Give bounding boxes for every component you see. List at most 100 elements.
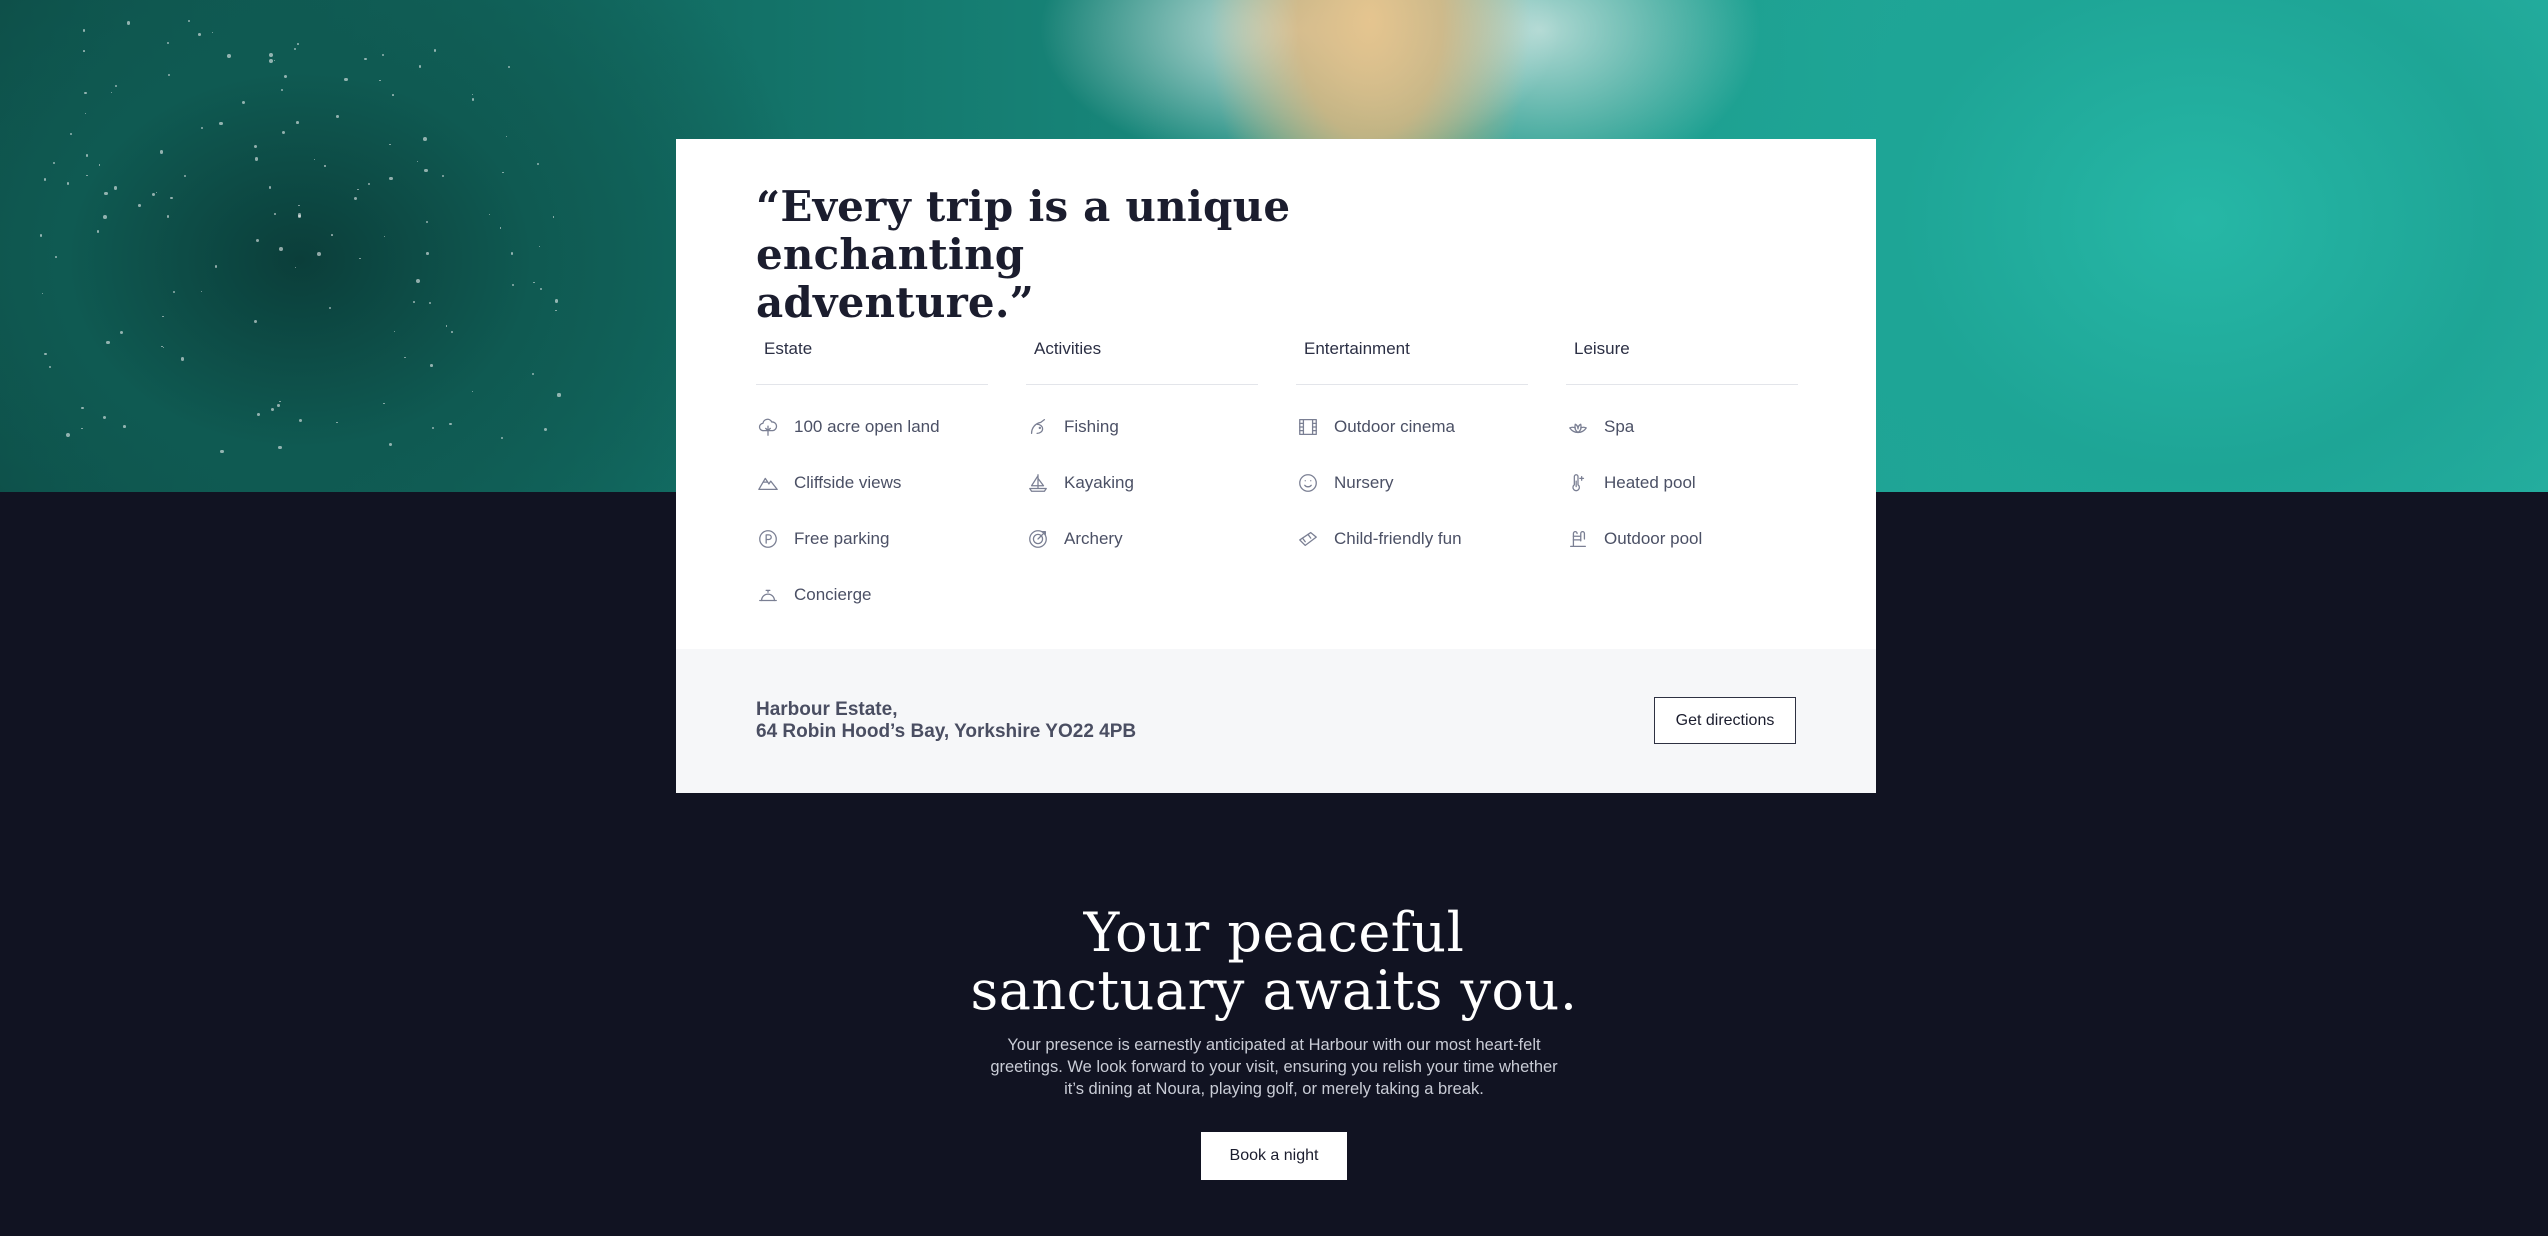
wave-sparkle — [381, 53, 385, 57]
item-label: 100 acre open land — [794, 417, 940, 436]
wave-sparkle — [69, 132, 72, 136]
wave-sparkle — [293, 48, 296, 51]
wave-sparkle — [113, 186, 118, 190]
wave-sparkle — [425, 220, 429, 224]
wave-sparkle — [543, 427, 548, 432]
wave-sparkle — [279, 247, 283, 251]
wave-sparkle — [506, 136, 508, 138]
wave-sparkle — [424, 168, 428, 173]
wave-sparkle — [540, 288, 543, 291]
wave-sparkle — [84, 112, 87, 114]
wave-sparkle — [102, 215, 107, 220]
wave-sparkle — [416, 160, 419, 162]
wave-sparkle — [441, 174, 444, 177]
wave-sparkle — [270, 408, 275, 412]
wave-sparkle — [299, 418, 303, 422]
wave-sparkle — [187, 20, 190, 23]
wave-sparkle — [83, 50, 85, 52]
wave-sparkle — [316, 252, 321, 257]
wave-sparkle — [499, 227, 502, 229]
item-label: Concierge — [794, 585, 872, 604]
list-item: Archery — [1026, 511, 1258, 567]
wave-sparkle — [66, 433, 70, 438]
column-title: Entertainment — [1296, 339, 1528, 385]
wave-sparkle — [418, 65, 421, 68]
item-label: Cliffside views — [794, 473, 902, 492]
wave-sparkle — [167, 73, 170, 76]
wave-sparkle — [138, 204, 141, 208]
list-item: Child-friendly fun — [1296, 511, 1528, 567]
wave-sparkle — [200, 126, 204, 130]
wave-sparkle — [531, 373, 535, 376]
column-title: Leisure — [1566, 339, 1798, 385]
wave-sparkle — [226, 53, 231, 58]
wave-sparkle — [180, 357, 185, 361]
list-item: Kayaking — [1026, 455, 1258, 511]
wave-sparkle — [159, 150, 164, 154]
wave-sparkle — [40, 234, 43, 237]
wave-sparkle — [379, 79, 382, 82]
wave-sparkle — [416, 278, 421, 283]
wave-sparkle — [201, 290, 203, 292]
wave-sparkle — [52, 162, 55, 165]
wave-sparkle — [280, 88, 284, 92]
wave-sparkle — [55, 256, 57, 259]
column-title: Estate — [756, 339, 988, 385]
booking-section: Your peaceful sanctuary awaits you. Your… — [0, 904, 2548, 1180]
wave-sparkle — [44, 352, 47, 356]
wave-sparkle — [394, 331, 396, 333]
wave-sparkle — [432, 426, 435, 430]
wave-sparkle — [538, 246, 541, 248]
wave-sparkle — [81, 427, 84, 430]
wave-sparkle — [471, 98, 474, 101]
heading-line-2: sanctuary awaits you. — [970, 959, 1578, 1022]
column-leisure: Leisure Spa Heated pool Outdoor pool — [1566, 339, 1798, 567]
wave-sparkle — [106, 340, 110, 345]
wave-sparkle — [43, 178, 47, 182]
item-label: Fishing — [1064, 417, 1119, 436]
book-a-night-button[interactable]: Book a night — [1201, 1132, 1347, 1180]
wave-sparkle — [278, 445, 283, 450]
wave-sparkle — [281, 130, 286, 134]
wave-sparkle — [557, 393, 561, 397]
wave-sparkle — [256, 413, 260, 417]
list-item: 100 acre open land — [756, 399, 988, 455]
wave-sparkle — [283, 75, 288, 79]
wave-sparkle — [533, 282, 535, 284]
wave-sparkle — [254, 319, 258, 323]
wave-sparkle — [48, 365, 51, 369]
service-bell-icon — [756, 583, 780, 607]
mountain-icon — [756, 471, 780, 495]
wave-sparkle — [274, 213, 277, 216]
wave-sparkle — [552, 216, 555, 218]
wave-sparkle — [364, 57, 367, 61]
wave-sparkle — [86, 175, 88, 177]
lotus-icon — [1566, 415, 1590, 439]
list-item: Fishing — [1026, 399, 1258, 455]
wave-sparkle — [166, 215, 170, 218]
list-item: Free parking — [756, 511, 988, 567]
quote-line-1: “Every trip is a unique — [756, 182, 1291, 231]
wave-sparkle — [172, 290, 176, 293]
get-directions-button[interactable]: Get directions — [1654, 697, 1796, 744]
list-item: Concierge — [756, 567, 988, 623]
wave-sparkle — [104, 191, 108, 196]
wave-sparkle — [85, 154, 89, 157]
wave-sparkle — [383, 236, 385, 238]
wave-sparkle — [449, 422, 453, 426]
wave-sparkle — [269, 59, 274, 64]
wave-sparkle — [214, 264, 218, 268]
wave-sparkle — [151, 193, 155, 197]
list-item: Outdoor cinema — [1296, 399, 1528, 455]
wave-sparkle — [120, 331, 124, 335]
wave-sparkle — [359, 257, 361, 259]
wave-sparkle — [389, 177, 393, 181]
wave-sparkle — [489, 214, 491, 216]
wave-sparkle — [162, 315, 164, 318]
wave-sparkle — [82, 29, 86, 32]
item-label: Heated pool — [1604, 473, 1696, 492]
wave-sparkle — [450, 331, 453, 334]
wave-sparkle — [331, 234, 333, 236]
list-item: Spa — [1566, 399, 1798, 455]
wave-sparkle — [102, 415, 106, 419]
